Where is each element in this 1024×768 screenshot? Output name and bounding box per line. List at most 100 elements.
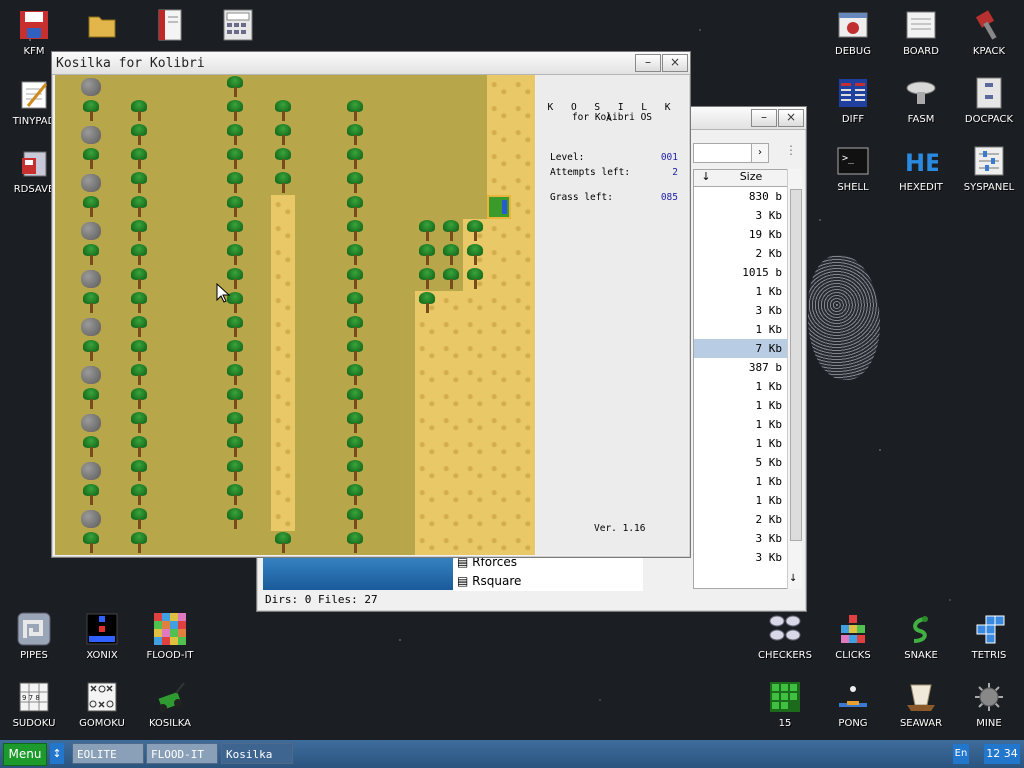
desktop-icon-book[interactable] — [136, 8, 204, 46]
table-row[interactable]: 2 Kb — [694, 510, 800, 529]
close-button[interactable]: × — [778, 109, 804, 127]
desktop-icon-fasm[interactable]: FASM — [887, 76, 955, 125]
task-button-eolite[interactable]: EOLITE — [72, 743, 144, 764]
table-row[interactable]: 387 b — [694, 358, 800, 377]
sand-tile — [487, 507, 511, 531]
table-row[interactable]: 3 Kb — [694, 301, 800, 320]
table-row[interactable]: 3 Kb — [694, 529, 800, 548]
table-row[interactable]: 2 Kb — [694, 244, 800, 263]
desktop-icon-docpack[interactable]: DOCPACK — [955, 76, 1023, 125]
table-row[interactable]: 1 Kb — [694, 472, 800, 491]
table-row[interactable]: 830 b — [694, 187, 800, 206]
desktop-icon-gomoku[interactable]: GOMOKU — [68, 680, 136, 729]
table-row[interactable]: 1 Kb — [694, 396, 800, 415]
table-row[interactable]: 1 Kb — [694, 282, 800, 301]
sort-arrow-icon[interactable]: ↓ — [694, 170, 718, 186]
desktop-icon-checkers[interactable]: CHECKERS — [751, 612, 819, 661]
sand-tile — [511, 411, 535, 435]
tree-tile — [343, 147, 367, 171]
desktop-icon-kosilka[interactable]: KOSILKA — [136, 680, 204, 729]
desktop-icon-snake[interactable]: SNAKE — [887, 612, 955, 661]
column-header-size[interactable]: Size — [718, 170, 784, 186]
file-size-column[interactable]: ↓ Size ↑ 830 b3 Kb19 Kb2 Kb1015 b1 Kb3 K… — [693, 169, 801, 589]
list-item[interactable]: ▤ Rsquare — [453, 572, 643, 591]
sand-tile — [439, 363, 463, 387]
tree-tile — [127, 243, 151, 267]
table-row[interactable]: 7 Kb — [694, 339, 800, 358]
calculator-icon — [221, 8, 255, 42]
tree-tile — [343, 219, 367, 243]
game-field[interactable] — [55, 75, 535, 555]
language-indicator[interactable]: En — [953, 744, 969, 764]
scrollbar[interactable]: ↓ — [787, 169, 802, 589]
task-button-flood-it[interactable]: FLOOD-IT — [146, 743, 218, 764]
column-header[interactable]: ↓ Size ↑ — [694, 170, 800, 187]
tree-tile — [223, 75, 247, 99]
table-row[interactable]: 1 Kb — [694, 377, 800, 396]
desktop-icon-pong[interactable]: PONG — [819, 680, 887, 729]
table-row[interactable]: 1 Kb — [694, 320, 800, 339]
tree-tile — [343, 171, 367, 195]
table-row[interactable]: 1015 b — [694, 263, 800, 282]
scroll-down-icon[interactable]: ↓ — [789, 573, 797, 584]
sand-tile — [271, 267, 295, 291]
kosilka-window[interactable]: Kosilka for Kolibri – × K O S I L K A fo… — [51, 51, 691, 558]
desktop-icon-syspanel[interactable]: SYSPANEL — [955, 144, 1023, 193]
menu-dots-icon[interactable]: ⋮ — [785, 143, 797, 157]
desktop-icon-seawar[interactable]: SEAWAR — [887, 680, 955, 729]
sand-tile — [271, 363, 295, 387]
menu-button[interactable]: Menu — [3, 743, 47, 766]
go-button[interactable]: › — [751, 143, 769, 163]
desktop-icon-shell[interactable]: >_ SHELL — [819, 144, 887, 193]
sand-tile — [487, 459, 511, 483]
desktop-icon-hexedit[interactable]: HE HEXEDIT — [887, 144, 955, 193]
table-row[interactable]: 1 Kb — [694, 491, 800, 510]
tree-tile — [127, 459, 151, 483]
desktop-icon-diff[interactable]: DIFF — [819, 76, 887, 125]
desktop-icon-calculator[interactable] — [204, 8, 272, 46]
taskbar-scroll-icon[interactable]: ↕ — [50, 743, 64, 764]
table-row[interactable]: 1 Kb — [694, 434, 800, 453]
desktop-icon-sudoku[interactable]: 9 7 8 SUDOKU — [0, 680, 68, 729]
desktop-icon-board[interactable]: BOARD — [887, 8, 955, 57]
tree-tile — [415, 291, 439, 315]
tree-tile — [439, 243, 463, 267]
table-row[interactable]: 1 Kb — [694, 415, 800, 434]
desktop-icon-clicks[interactable]: CLICKS — [819, 612, 887, 661]
desktop-icon-folder[interactable] — [68, 8, 136, 46]
sand-tile — [487, 411, 511, 435]
table-row[interactable]: 19 Kb — [694, 225, 800, 244]
sand-tile — [511, 219, 535, 243]
desktop-icon-15[interactable]: 15 — [751, 680, 819, 729]
kosilka-titlebar[interactable]: Kosilka for Kolibri — [52, 52, 690, 75]
desktop-icon-flood-it[interactable]: FLOOD-IT — [136, 612, 204, 661]
sand-tile — [415, 315, 439, 339]
desktop-icon-kfm[interactable]: KFM — [0, 8, 68, 57]
minimize-button[interactable]: – — [635, 54, 661, 72]
tree-tile — [223, 195, 247, 219]
sand-tile — [487, 435, 511, 459]
close-button[interactable]: × — [662, 54, 688, 72]
desktop-icon-label: SHELL — [837, 182, 869, 193]
table-row[interactable]: 3 Kb — [694, 206, 800, 225]
minimize-button[interactable]: – — [751, 109, 777, 127]
scrollbar-thumb[interactable] — [790, 189, 802, 541]
desktop-icon-mine[interactable]: MINE — [955, 680, 1023, 729]
desktop-icon-label: DOCPACK — [964, 114, 1014, 125]
tree-tile — [463, 267, 487, 291]
desktop-icon-kpack[interactable]: KPACK — [955, 8, 1023, 57]
desktop-icon-tetris[interactable]: TETRIS — [955, 612, 1023, 661]
task-button-kosilka[interactable]: Kosilka — [221, 743, 293, 764]
tree-tile — [127, 147, 151, 171]
desktop-icon-xonix[interactable]: XONIX — [68, 612, 136, 661]
sand-tile — [271, 243, 295, 267]
folder-icon — [85, 8, 119, 42]
tree-tile — [343, 195, 367, 219]
level-value: 001 — [660, 152, 678, 163]
desktop-icon-pipes[interactable]: PIPES — [0, 612, 68, 661]
table-row[interactable]: 3 Kb — [694, 548, 800, 567]
table-row[interactable]: 5 Kb — [694, 453, 800, 472]
desktop-icon-debug[interactable]: DEBUG — [819, 8, 887, 57]
file-icon: ▤ — [457, 574, 469, 588]
sand-tile — [511, 507, 535, 531]
